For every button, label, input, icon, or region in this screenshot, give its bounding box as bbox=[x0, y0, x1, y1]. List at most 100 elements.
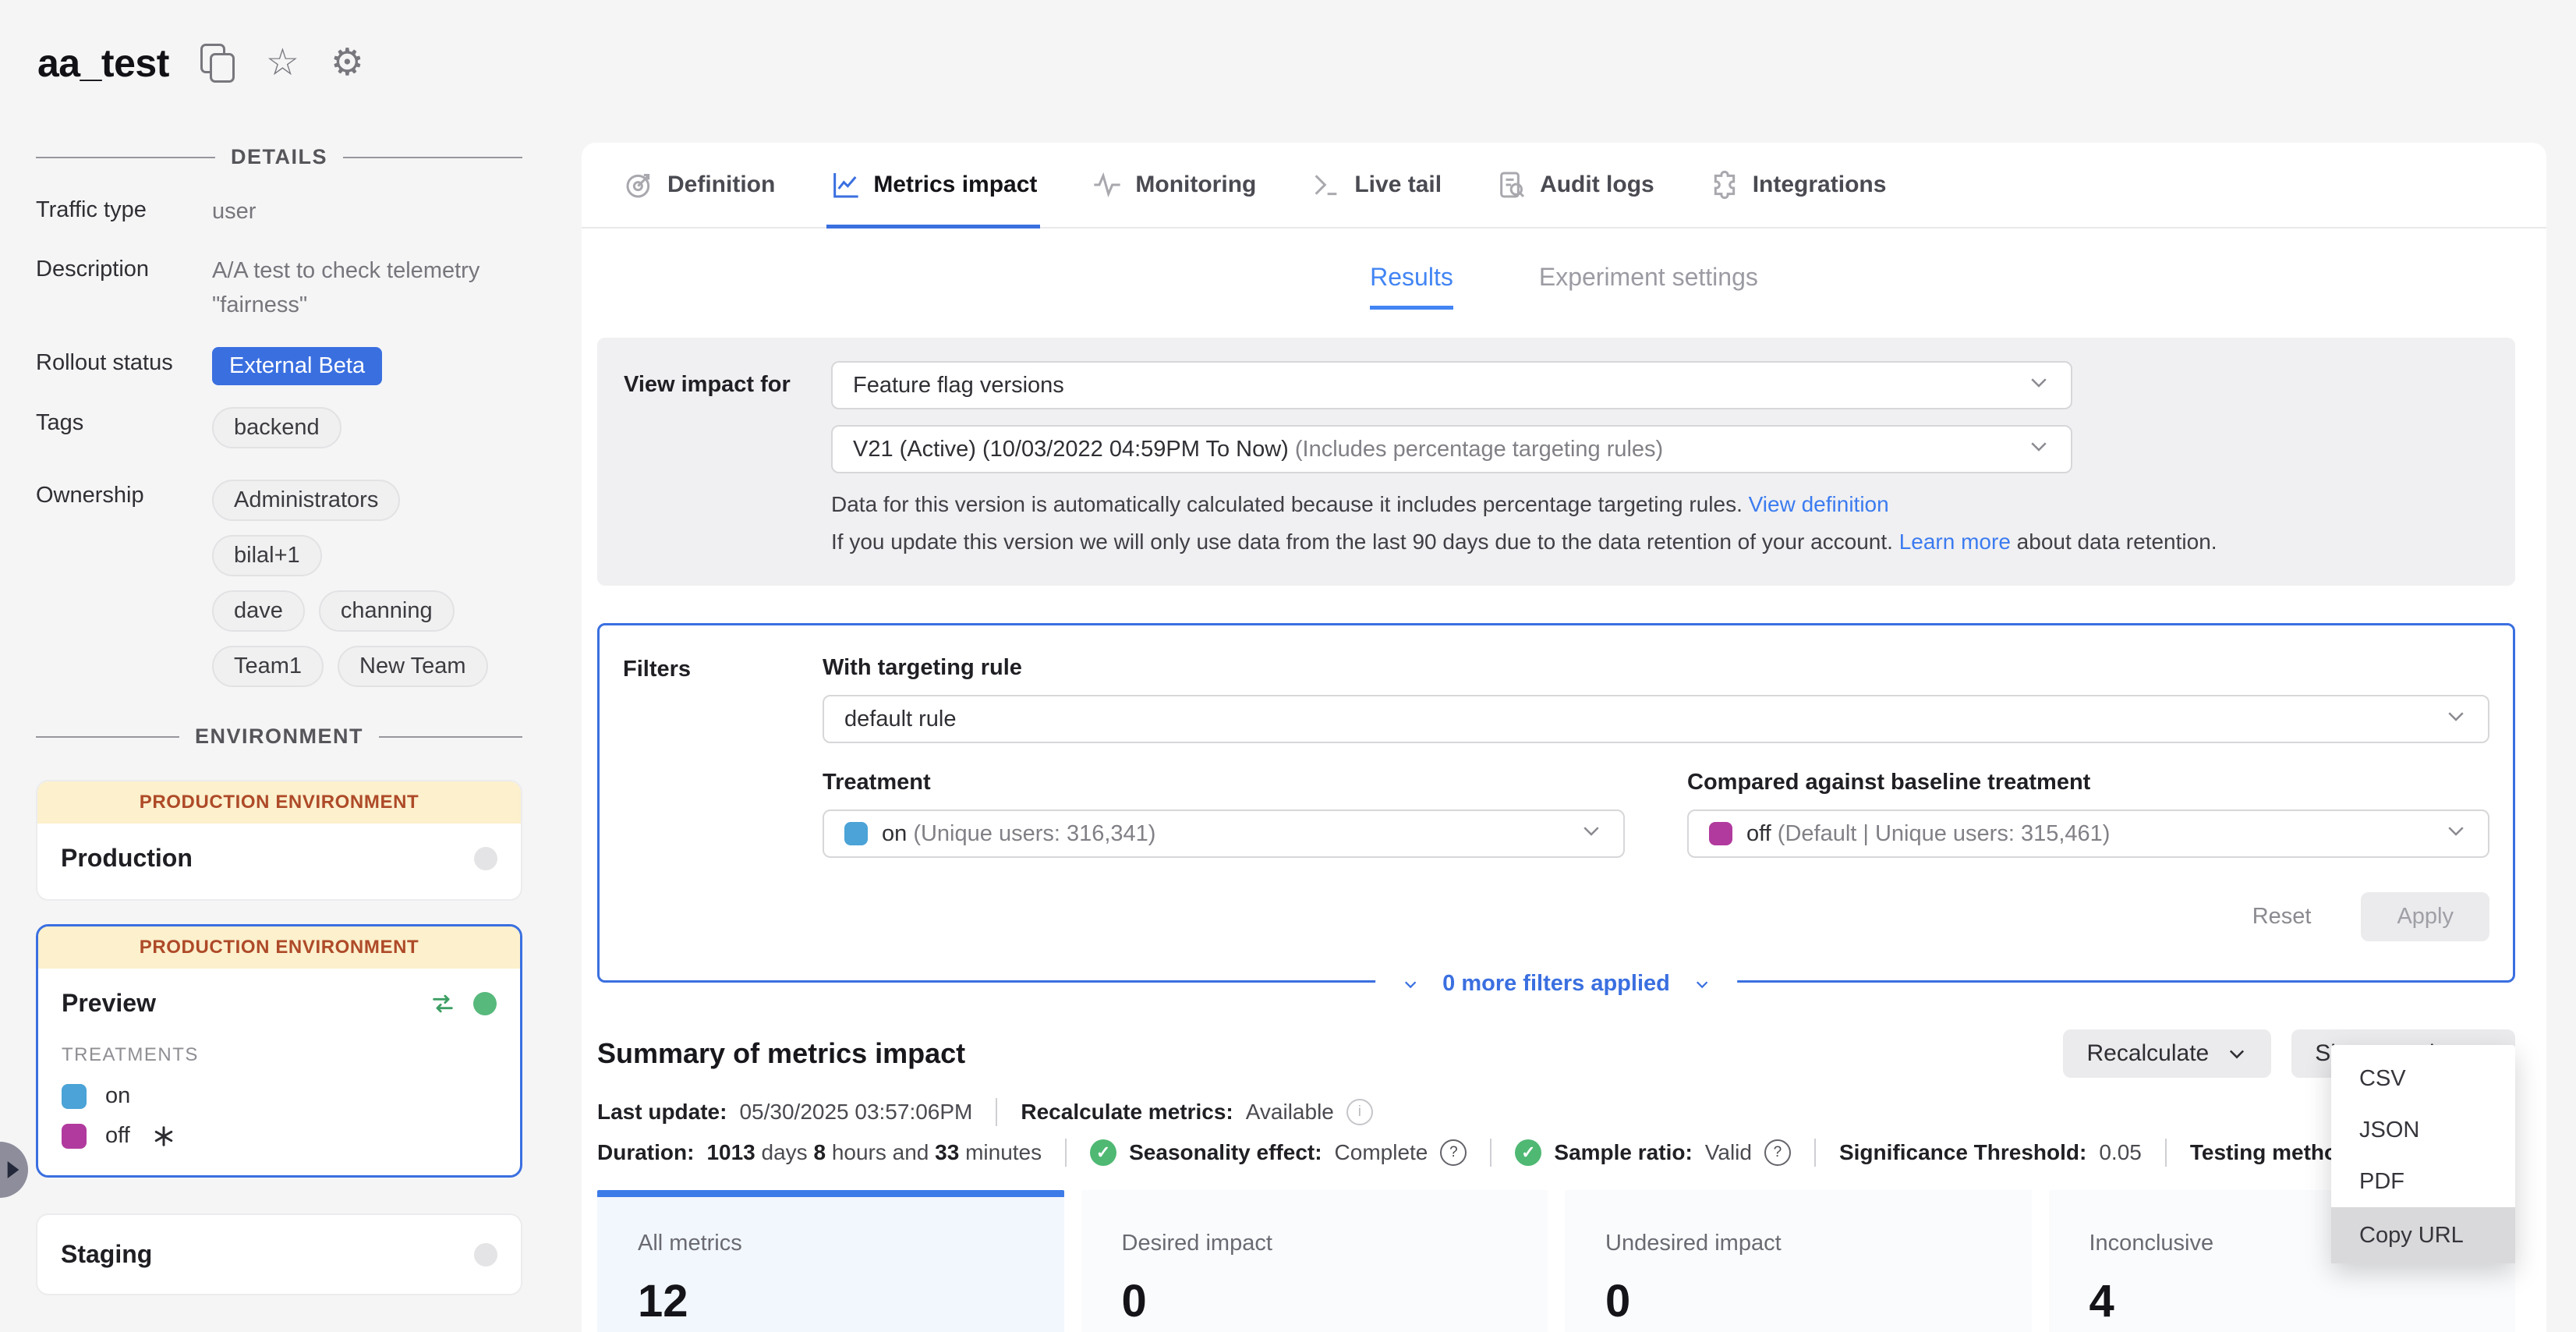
environment-heading: ENVIRONMENT bbox=[36, 724, 522, 749]
tab-live-tail[interactable]: Live tail bbox=[1311, 143, 1442, 227]
baseline-dropdown-value: off (Default | Unique users: 315,461) bbox=[1746, 821, 2429, 847]
main-panel: Definition Metrics impact Monitoring Liv… bbox=[582, 143, 2546, 1332]
chevron-down-icon bbox=[1580, 819, 1603, 848]
treatment-on-swatch bbox=[62, 1084, 87, 1109]
treatment-dropdown[interactable]: on (Unique users: 316,341) bbox=[823, 809, 1625, 858]
seasonality-value: Complete bbox=[1335, 1140, 1428, 1165]
tab-definition[interactable]: Definition bbox=[624, 143, 775, 227]
sidebar-collapse-handle[interactable] bbox=[0, 1142, 28, 1198]
description-row: Description A/A test to check telemetry … bbox=[36, 253, 522, 322]
chevron-down-icon bbox=[2444, 704, 2468, 734]
metric-card-all-metrics[interactable]: All metrics 12 bbox=[597, 1190, 1064, 1332]
environment-card-production[interactable]: PRODUCTION ENVIRONMENT Production bbox=[36, 780, 522, 901]
page-title: aa_test bbox=[37, 41, 169, 86]
more-filters-label: 0 more filters applied bbox=[1442, 971, 1670, 997]
treatment-name: on bbox=[882, 821, 907, 846]
reset-button[interactable]: Reset bbox=[2252, 904, 2312, 930]
tab-monitoring[interactable]: Monitoring bbox=[1092, 143, 1256, 227]
treatment-on-label: on bbox=[105, 1083, 130, 1109]
page: aa_test ☆ ⚙ DETAILS Traffic type user De… bbox=[0, 0, 2576, 1332]
version-note-2-tail: about data retention. bbox=[2017, 530, 2217, 554]
metric-card-label: Undesired impact bbox=[1605, 1231, 2032, 1256]
chevron-right-icon bbox=[5, 1160, 22, 1180]
environment-status-dot-active bbox=[473, 992, 497, 1015]
copy-name-icon[interactable] bbox=[200, 44, 235, 83]
tab-metrics-impact[interactable]: Metrics impact bbox=[830, 143, 1037, 227]
recalculate-button-label: Recalculate bbox=[2086, 1040, 2209, 1067]
sample-ratio-label: Sample ratio: bbox=[1554, 1140, 1692, 1165]
view-definition-link[interactable]: View definition bbox=[1749, 492, 1889, 516]
treatment-detail: (Unique users: 316,341) bbox=[913, 821, 1155, 846]
impact-type-value: Feature flag versions bbox=[853, 373, 2012, 399]
apply-button[interactable]: Apply bbox=[2361, 892, 2489, 941]
gear-icon[interactable]: ⚙ bbox=[331, 44, 364, 82]
tab-audit-logs[interactable]: Audit logs bbox=[1496, 143, 1654, 227]
last-update-label: Last update: bbox=[597, 1100, 727, 1125]
menu-item-json[interactable]: JSON bbox=[2331, 1104, 2515, 1156]
page-header: aa_test ☆ ⚙ bbox=[37, 41, 364, 86]
treatment-off-label: off bbox=[105, 1123, 130, 1149]
metric-summary-cards: All metrics 12 Desired impact 0 Undesire… bbox=[597, 1190, 2515, 1332]
menu-item-copy-url[interactable]: Copy URL bbox=[2331, 1207, 2515, 1263]
version-note-1: Data for this version is automatically c… bbox=[831, 492, 2489, 517]
subtab-experiment-settings[interactable]: Experiment settings bbox=[1539, 263, 1758, 310]
rollout-status-badge: External Beta bbox=[212, 347, 382, 385]
star-favorite-icon[interactable]: ☆ bbox=[266, 44, 299, 82]
divider bbox=[996, 1098, 997, 1126]
tab-integrations[interactable]: Integrations bbox=[1709, 143, 1887, 227]
subtab-results[interactable]: Results bbox=[1370, 263, 1453, 310]
menu-item-pdf[interactable]: PDF bbox=[2331, 1156, 2515, 1207]
version-value-main: V21 (Active) (10/03/2022 04:59PM To Now) bbox=[853, 437, 1289, 462]
question-icon[interactable]: ? bbox=[1440, 1139, 1467, 1166]
description-label: Description bbox=[36, 253, 212, 322]
details-heading-label: DETAILS bbox=[231, 145, 327, 169]
question-icon[interactable]: ? bbox=[1764, 1139, 1791, 1166]
baseline-treatment-dropdown[interactable]: off (Default | Unique users: 315,461) bbox=[1687, 809, 2489, 858]
production-environment-banner: PRODUCTION ENVIRONMENT bbox=[38, 926, 520, 969]
tab-label: Audit logs bbox=[1540, 172, 1654, 198]
filters-label: Filters bbox=[623, 655, 823, 941]
environment-card-staging[interactable]: Staging bbox=[36, 1213, 522, 1295]
recalculate-button[interactable]: Recalculate bbox=[2063, 1029, 2271, 1078]
environment-status-dot bbox=[474, 847, 497, 870]
puzzle-icon bbox=[1709, 169, 1740, 200]
menu-item-csv[interactable]: CSV bbox=[2331, 1053, 2515, 1104]
significance-threshold-value: 0.05 bbox=[2099, 1140, 2142, 1165]
impact-type-dropdown[interactable]: Feature flag versions bbox=[831, 361, 2072, 409]
environment-status-dot bbox=[474, 1243, 497, 1266]
treatment-dropdown-value: on (Unique users: 316,341) bbox=[882, 821, 1564, 847]
treatment-on-swatch bbox=[844, 822, 868, 845]
targeting-rule-dropdown[interactable]: default rule bbox=[823, 695, 2489, 743]
environment-name: Staging bbox=[61, 1240, 474, 1269]
chevron-down-icon bbox=[2027, 434, 2051, 464]
metric-card-undesired-impact[interactable]: Undesired impact 0 bbox=[1565, 1190, 2032, 1332]
tab-bar: Definition Metrics impact Monitoring Liv… bbox=[582, 143, 2546, 228]
tab-label: Live tail bbox=[1354, 172, 1442, 198]
check-circle-icon: ✓ bbox=[1090, 1139, 1116, 1166]
tab-label: Metrics impact bbox=[873, 172, 1037, 198]
metric-card-label: All metrics bbox=[638, 1231, 1064, 1256]
environment-card-preview[interactable]: PRODUCTION ENVIRONMENT Preview TREATMENT… bbox=[36, 924, 522, 1178]
metric-card-desired-impact[interactable]: Desired impact 0 bbox=[1081, 1190, 1548, 1332]
summary-meta-line-1: Last update: 05/30/2025 03:57:06PM Recal… bbox=[597, 1098, 2515, 1126]
owner-pill: bilal+1 bbox=[212, 535, 322, 576]
description-value: A/A test to check telemetry "fairness" bbox=[212, 253, 516, 322]
info-icon[interactable]: i bbox=[1346, 1099, 1373, 1125]
learn-more-link[interactable]: Learn more bbox=[1899, 530, 2011, 554]
sidebar: DETAILS Traffic type user Description A/… bbox=[36, 145, 522, 1295]
owner-pill: Administrators bbox=[212, 480, 400, 521]
version-dropdown[interactable]: V21 (Active) (10/03/2022 04:59PM To Now)… bbox=[831, 425, 2072, 473]
chevron-down-icon bbox=[1402, 976, 1419, 993]
owner-pill: New Team bbox=[338, 646, 487, 687]
more-filters-toggle[interactable]: 0 more filters applied bbox=[1375, 968, 1737, 1000]
chevron-down-icon bbox=[1693, 976, 1711, 993]
treatment-on-row: on bbox=[62, 1083, 497, 1109]
owner-pill: channing bbox=[319, 590, 455, 632]
duration-value: 1013 days 8 hours and 33 minutes bbox=[706, 1140, 1042, 1165]
environment-heading-label: ENVIRONMENT bbox=[195, 724, 363, 749]
check-circle-icon: ✓ bbox=[1515, 1139, 1541, 1166]
duration-days-word: days bbox=[762, 1140, 808, 1164]
duration-minutes-word: minutes bbox=[965, 1140, 1042, 1164]
version-note-1-text: Data for this version is automatically c… bbox=[831, 492, 1743, 516]
divider bbox=[2165, 1139, 2167, 1167]
